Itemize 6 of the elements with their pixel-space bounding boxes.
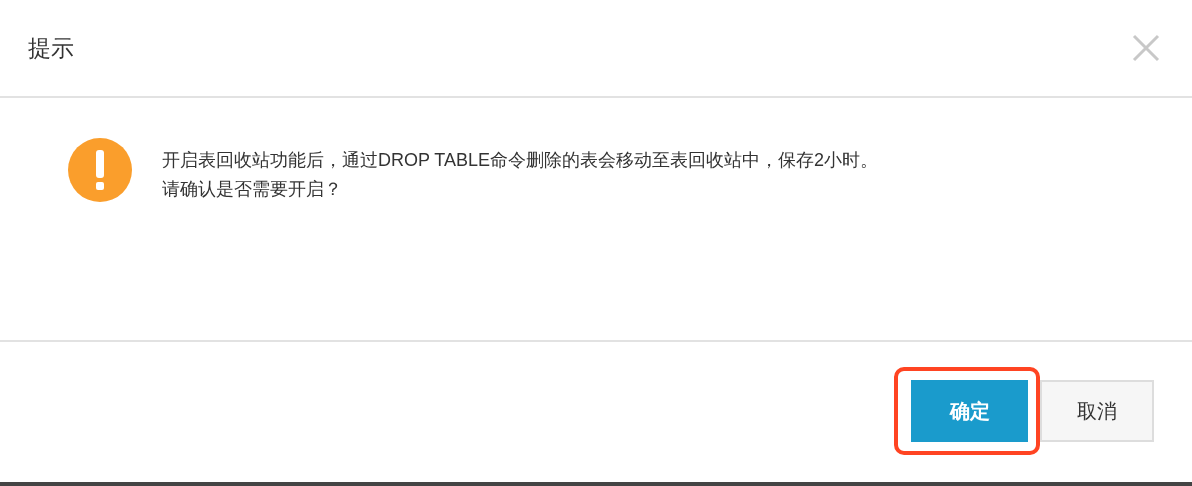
dialog-title: 提示 <box>28 33 74 63</box>
close-icon[interactable] <box>1132 34 1160 62</box>
cancel-button[interactable]: 取消 <box>1040 380 1154 442</box>
message-text: 请确认是否需要开启？ <box>162 178 343 201</box>
message-text: 开启表回收站功能后，通过DROP TABLE命令删除的表会移动至表回收站中，保存2小时。 <box>162 149 879 172</box>
warning-icon <box>68 138 132 202</box>
